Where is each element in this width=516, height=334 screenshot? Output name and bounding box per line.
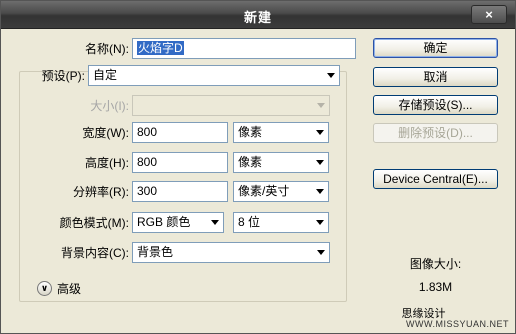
preset-select[interactable]: 自定 — [88, 65, 340, 86]
close-button[interactable]: × — [471, 5, 507, 24]
background-label: 背景内容(C): — [61, 246, 129, 260]
chevron-down-icon — [316, 160, 324, 165]
ok-button[interactable]: 确定 — [373, 38, 498, 58]
width-label: 宽度(W): — [82, 126, 129, 140]
color-mode-select[interactable]: RGB 颜色 — [132, 212, 224, 233]
color-mode-label: 颜色模式(M): — [59, 216, 129, 230]
double-chevron-down-icon: ∨ — [37, 281, 52, 296]
delete-preset-button: 删除预设(D)... — [373, 123, 498, 143]
chevron-down-icon — [317, 250, 325, 255]
image-size-label: 图像大小: — [409, 257, 462, 271]
chevron-down-icon — [316, 189, 324, 194]
preset-label: 预设(P): — [41, 69, 85, 83]
resolution-unit-select[interactable]: 像素/英寸 — [233, 181, 329, 202]
height-unit-select[interactable]: 像素 — [233, 152, 329, 173]
advanced-label: 高级 — [57, 282, 82, 296]
device-central-button[interactable]: Device Central(E)... — [373, 169, 498, 189]
resolution-value: 300 — [137, 184, 158, 198]
chevron-down-icon — [327, 73, 335, 78]
title-bar: 新建 × — [1, 1, 515, 29]
width-unit-value: 像素 — [238, 125, 263, 139]
size-select — [132, 95, 330, 116]
name-input-value: 火焰字D — [137, 41, 184, 55]
background-value: 背景色 — [137, 245, 174, 259]
chevron-down-icon — [316, 220, 324, 225]
name-label: 名称(N): — [85, 42, 129, 56]
background-select[interactable]: 背景色 — [132, 242, 330, 263]
chevron-down-icon — [316, 130, 324, 135]
preset-value: 自定 — [93, 68, 118, 82]
image-size-value: 1.83M — [418, 280, 453, 294]
height-unit-value: 像素 — [238, 155, 263, 169]
resolution-unit-value: 像素/英寸 — [238, 184, 290, 198]
width-input[interactable]: 800 — [132, 122, 228, 143]
size-label: 大小(I): — [90, 99, 129, 113]
bit-depth-select[interactable]: 8 位 — [233, 212, 329, 233]
cancel-button[interactable]: 取消 — [373, 67, 498, 87]
bit-depth-value: 8 位 — [238, 215, 261, 229]
height-value: 800 — [137, 155, 158, 169]
resolution-input[interactable]: 300 — [132, 181, 228, 202]
close-icon: × — [485, 7, 493, 22]
height-label: 高度(H): — [85, 156, 129, 170]
width-value: 800 — [137, 125, 158, 139]
watermark-url: WWW.MISSYUAN.NET — [406, 319, 509, 329]
save-preset-button[interactable]: 存储预设(S)... — [373, 95, 498, 115]
chevron-down-icon — [317, 103, 325, 108]
chevron-down-icon — [211, 220, 219, 225]
name-input[interactable]: 火焰字D — [132, 38, 356, 59]
width-unit-select[interactable]: 像素 — [233, 122, 329, 143]
resolution-label: 分辨率(R): — [73, 185, 129, 199]
color-mode-value: RGB 颜色 — [137, 215, 191, 229]
new-document-dialog: 新建 × 名称(N): 火焰字D 预设(P): 自定 大小(I): 宽度(W):… — [0, 0, 516, 334]
height-input[interactable]: 800 — [132, 152, 228, 173]
dialog-title: 新建 — [243, 10, 272, 25]
